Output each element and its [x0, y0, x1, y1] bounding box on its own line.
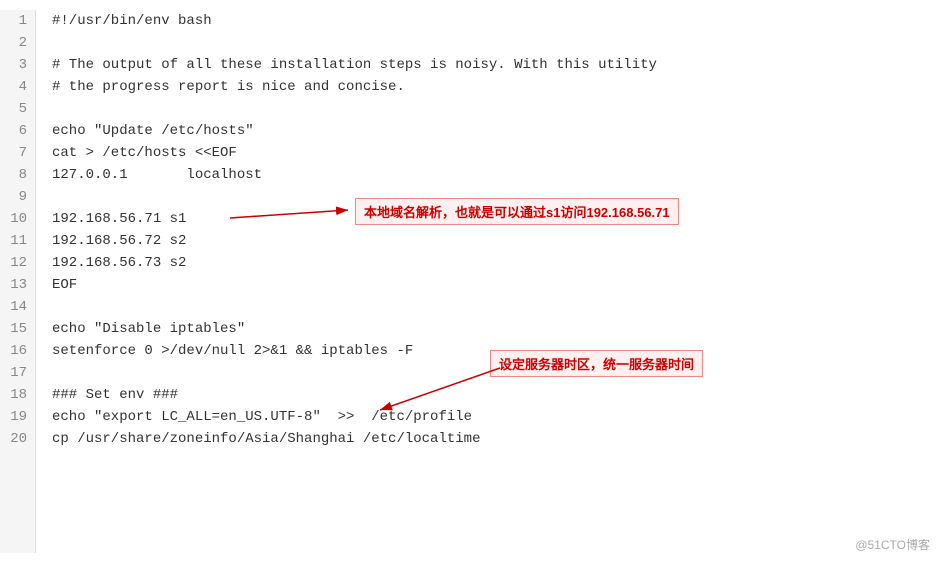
line-number: 16 [8, 340, 27, 362]
code-line: 192.168.56.73 s2 [52, 252, 946, 274]
line-number: 18 [8, 384, 27, 406]
line-number: 4 [8, 76, 27, 98]
code-line: # The output of all these installation s… [52, 54, 946, 76]
line-number: 3 [8, 54, 27, 76]
line-number: 17 [8, 362, 27, 384]
line-number: 12 [8, 252, 27, 274]
line-number: 10 [8, 208, 27, 230]
code-line [52, 362, 946, 384]
code-line: 127.0.0.1 localhost [52, 164, 946, 186]
line-number: 8 [8, 164, 27, 186]
code-line: ### Set env ### [52, 384, 946, 406]
line-number: 5 [8, 98, 27, 120]
line-number: 6 [8, 120, 27, 142]
line-number: 9 [8, 186, 27, 208]
code-line [52, 296, 946, 318]
code-line: setenforce 0 >/dev/null 2>&1 && iptables… [52, 340, 946, 362]
line-number: 19 [8, 406, 27, 428]
code-line [52, 32, 946, 54]
code-container: 1234567891011121314151617181920 #!/usr/b… [0, 0, 946, 563]
line-numbers: 1234567891011121314151617181920 [0, 10, 36, 553]
code-line [52, 98, 946, 120]
code-line: echo "export LC_ALL=en_US.UTF-8" >> /etc… [52, 406, 946, 428]
line-number: 7 [8, 142, 27, 164]
line-number: 2 [8, 32, 27, 54]
code-line: #!/usr/bin/env bash [52, 10, 946, 32]
code-line: 192.168.56.72 s2 [52, 230, 946, 252]
line-number: 13 [8, 274, 27, 296]
code-line: echo "Update /etc/hosts" [52, 120, 946, 142]
line-number: 11 [8, 230, 27, 252]
line-number: 15 [8, 318, 27, 340]
line-number: 14 [8, 296, 27, 318]
code-line: cp /usr/share/zoneinfo/Asia/Shanghai /et… [52, 428, 946, 450]
line-number: 20 [8, 428, 27, 450]
code-line: EOF [52, 274, 946, 296]
code-line: # the progress report is nice and concis… [52, 76, 946, 98]
code-line: echo "Disable iptables" [52, 318, 946, 340]
code-line [52, 186, 946, 208]
code-line: cat > /etc/hosts <<EOF [52, 142, 946, 164]
code-line: 192.168.56.71 s1 [52, 208, 946, 230]
line-number: 1 [8, 10, 27, 32]
code-lines: #!/usr/bin/env bash # The output of all … [36, 10, 946, 553]
watermark: @51CTO博客 [855, 536, 930, 553]
